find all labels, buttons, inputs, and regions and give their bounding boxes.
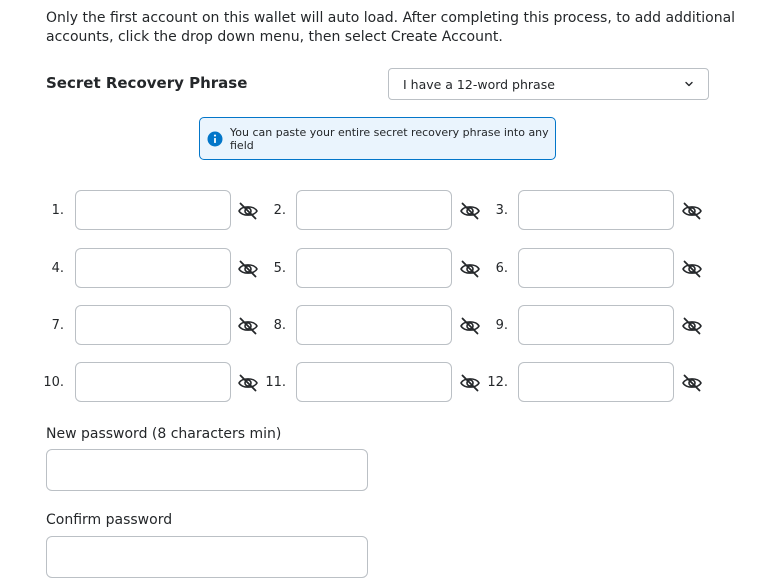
eye-slash-icon[interactable] xyxy=(237,200,259,222)
srp-word-input-7[interactable] xyxy=(75,305,231,345)
word-number: 8. xyxy=(273,318,286,333)
srp-word-input-2[interactable] xyxy=(296,190,452,230)
word-number: 3. xyxy=(495,203,508,218)
srp-word-input-10[interactable] xyxy=(75,362,231,402)
eye-slash-icon[interactable] xyxy=(459,200,481,222)
srp-word-input-5[interactable] xyxy=(296,248,452,288)
paste-info-banner: You can paste your entire secret recover… xyxy=(199,117,556,160)
srp-word-input-3[interactable] xyxy=(518,190,674,230)
eye-slash-icon[interactable] xyxy=(681,200,703,222)
word-number: 5. xyxy=(273,261,286,276)
srp-word-input-4[interactable] xyxy=(75,248,231,288)
srp-word-input-12[interactable] xyxy=(518,362,674,402)
word-number: 1. xyxy=(51,203,64,218)
confirm-password-label: Confirm password xyxy=(46,512,173,528)
eye-slash-icon[interactable] xyxy=(459,372,481,394)
srp-title: Secret Recovery Phrase xyxy=(46,74,248,92)
word-number: 10. xyxy=(43,375,64,390)
eye-slash-icon[interactable] xyxy=(681,315,703,337)
eye-slash-icon[interactable] xyxy=(237,258,259,280)
select-value: I have a 12-word phrase xyxy=(403,76,555,92)
info-icon xyxy=(207,131,223,146)
srp-length-select[interactable]: I have a 12-word phrase xyxy=(388,68,709,100)
eye-slash-icon[interactable] xyxy=(459,258,481,280)
eye-slash-icon[interactable] xyxy=(459,315,481,337)
word-number: 2. xyxy=(273,203,286,218)
new-password-input[interactable] xyxy=(46,449,368,491)
word-number: 9. xyxy=(495,318,508,333)
word-number: 4. xyxy=(51,261,64,276)
eye-slash-icon[interactable] xyxy=(237,315,259,337)
srp-word-input-1[interactable] xyxy=(75,190,231,230)
confirm-password-input[interactable] xyxy=(46,536,368,578)
srp-word-input-8[interactable] xyxy=(296,305,452,345)
word-number: 11. xyxy=(265,375,286,390)
word-number: 12. xyxy=(487,375,508,390)
eye-slash-icon[interactable] xyxy=(681,258,703,280)
word-number: 6. xyxy=(495,261,508,276)
eye-slash-icon[interactable] xyxy=(681,372,703,394)
eye-slash-icon[interactable] xyxy=(237,372,259,394)
banner-text: You can paste your entire secret recover… xyxy=(230,125,549,152)
srp-word-input-9[interactable] xyxy=(518,305,674,345)
srp-word-input-11[interactable] xyxy=(296,362,452,402)
srp-word-input-6[interactable] xyxy=(518,248,674,288)
intro-text: Only the first account on this wallet wi… xyxy=(46,10,736,45)
word-number: 7. xyxy=(51,318,64,333)
chevron-down-icon xyxy=(685,81,693,87)
new-password-label: New password (8 characters min) xyxy=(46,426,282,442)
